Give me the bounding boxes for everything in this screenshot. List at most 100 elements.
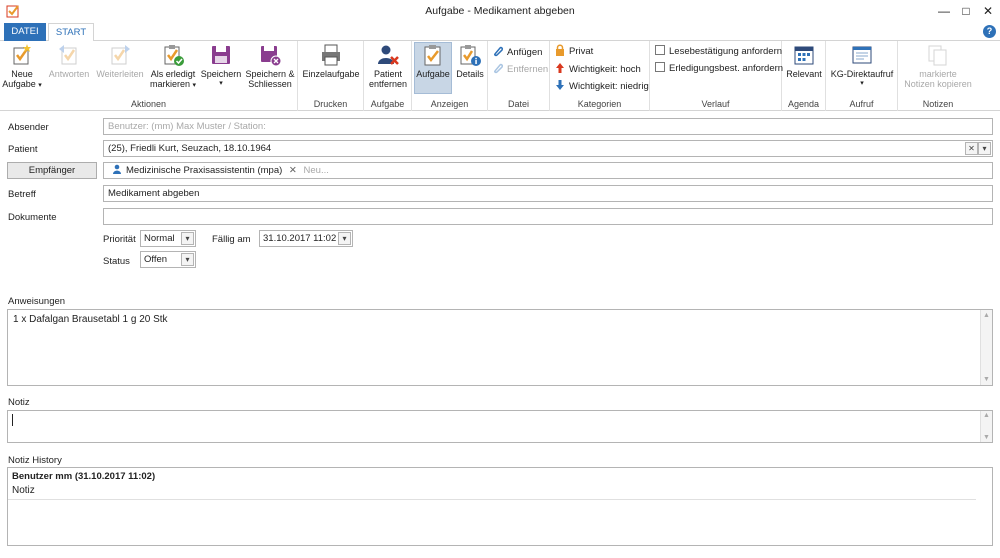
wichtigkeit-hoch-button[interactable]: Wichtigkeit: hoch	[554, 62, 641, 78]
speichern-schliessen-button[interactable]: Speichern & Schliessen	[244, 43, 296, 89]
paperclip-icon	[494, 46, 503, 57]
dokumente-field[interactable]	[103, 208, 993, 225]
group-label-datei: Datei	[507, 99, 529, 109]
calendar-icon	[794, 46, 814, 65]
forward-icon	[111, 45, 130, 65]
faellig-datepicker[interactable]: 31.10.2017 11:02 ▾	[259, 230, 353, 247]
notiz-label: Notiz	[8, 397, 30, 408]
group-label-notizen: Notizen	[922, 99, 954, 109]
group-label-aufruf: Aufruf	[849, 99, 874, 109]
ribbon-tabs: DATEI START ?	[0, 22, 1000, 42]
tab-datei[interactable]: DATEI	[4, 23, 46, 41]
patient-field[interactable]: (25), Friedli Kurt, Seuzach, 18.10.1964 …	[103, 140, 993, 157]
group-verlauf: Lesebestätigung anfordern Erledigungsbes…	[650, 41, 783, 111]
erledigungsbestaetigung-checkbox[interactable]: Erledigungsbest. anfordern	[655, 61, 783, 77]
anzeigen-aufgabe-button[interactable]: Aufgabe	[414, 42, 452, 94]
group-datei: Anfügen Entfernen Datei	[488, 41, 550, 111]
minimize-button[interactable]: —	[934, 3, 954, 19]
task-view-icon	[424, 45, 441, 66]
print-icon	[322, 44, 340, 66]
wichtigkeit-niedrig-button[interactable]: Wichtigkeit: niedrig	[554, 79, 649, 95]
maximize-button[interactable]: □	[956, 3, 976, 19]
arrow-down-icon	[556, 80, 564, 90]
save-icon	[212, 46, 230, 64]
group-drucken: Einzelaufgabe Drucken	[298, 41, 364, 111]
prioritaet-label: Priorität	[103, 234, 136, 245]
anweisungen-label: Anweisungen	[8, 296, 66, 307]
weiterleiten-button[interactable]: Weiterleiten	[94, 43, 146, 79]
kg-direktaufruf-button[interactable]: KG-Direktaufruf ▾	[828, 43, 896, 89]
remove-patient-icon	[378, 45, 399, 65]
copy-icon	[928, 45, 947, 66]
empfaenger-button[interactable]: Empfänger	[7, 162, 97, 179]
chevron-down-icon: ▾	[338, 232, 351, 245]
betreff-label: Betreff	[8, 189, 36, 200]
antworten-button[interactable]: Antworten	[46, 43, 92, 79]
als-erledigt-markieren-button[interactable]: Als erledigt markieren ▾	[148, 43, 198, 91]
group-aufruf: KG-Direktaufruf ▾ Aufruf	[826, 41, 898, 111]
group-label-aktionen: Aktionen	[130, 99, 167, 109]
chevron-down-icon: ▾	[181, 253, 194, 266]
group-label-agenda: Agenda	[787, 99, 820, 109]
group-label-drucken: Drucken	[313, 99, 348, 109]
new-task-icon	[13, 44, 31, 65]
group-label-anzeigen: Anzeigen	[430, 99, 469, 109]
prioritaet-select[interactable]: Normal ▾	[140, 230, 196, 247]
title-bar: Aufgabe - Medikament abgeben — □ ✕	[0, 0, 1000, 22]
patient-entfernen-button[interactable]: Patient entfernen	[367, 43, 409, 89]
anzeigen-details-button[interactable]: Details	[454, 43, 486, 79]
history-entry-header: Benutzer mm (31.10.2017 11:02)	[12, 471, 156, 482]
chevron-down-icon: ▾	[181, 232, 194, 245]
tab-start[interactable]: START	[48, 23, 94, 42]
einzelaufgabe-button[interactable]: Einzelaufgabe	[301, 43, 361, 79]
new-recipient-input[interactable]: Neu...	[304, 165, 329, 176]
lesebestaetigung-checkbox[interactable]: Lesebestätigung anfordern	[655, 44, 782, 60]
details-icon	[460, 45, 481, 66]
status-select[interactable]: Offen ▾	[140, 251, 196, 268]
close-button[interactable]: ✕	[978, 3, 998, 19]
scrollbar[interactable]: ▲ ▼	[980, 411, 992, 442]
detach-icon	[494, 63, 503, 74]
absender-field[interactable]: Benutzer: (mm) Max Muster / Station:	[103, 118, 993, 135]
group-label-verlauf: Verlauf	[701, 99, 730, 109]
patient-label: Patient	[8, 144, 38, 155]
notiz-textarea[interactable]: ▲ ▼	[7, 410, 993, 443]
arrow-up-icon	[556, 63, 564, 73]
entfernen-button[interactable]: Entfernen	[492, 62, 548, 78]
betreff-field[interactable]: Medikament abgeben	[103, 185, 993, 202]
empfaenger-field[interactable]: Medizinische Praxisassistentin (mpa) ✕ N…	[103, 162, 993, 179]
faellig-label: Fällig am	[212, 234, 251, 245]
anweisungen-textarea[interactable]: 1 x Dafalgan Brausetabl 1 g 20 Stk ▲ ▼	[7, 309, 993, 386]
user-icon	[113, 164, 121, 174]
relevant-button[interactable]: Relevant	[784, 43, 824, 79]
history-entry-text: Notiz	[8, 482, 976, 500]
recipient-chip: Medizinische Praxisassistentin (mpa)	[108, 163, 282, 178]
speichern-button[interactable]: Speichern ▾	[200, 43, 242, 89]
scrollbar[interactable]: ▲ ▼	[980, 310, 992, 385]
window-title: Aufgabe - Medikament abgeben	[425, 5, 575, 17]
reply-icon	[59, 45, 77, 65]
group-aufgabe: Patient entfernen Aufgabe	[364, 41, 412, 111]
privat-button[interactable]: Privat	[554, 44, 593, 60]
dokumente-label: Dokumente	[8, 212, 57, 223]
group-notizen: markierte Notizen kopieren Notizen	[898, 41, 978, 111]
chevron-down-icon[interactable]: ▾	[978, 142, 991, 155]
group-anzeigen: Aufgabe Details Anzeigen	[412, 41, 488, 111]
mark-done-icon	[164, 45, 184, 66]
notiz-history-label: Notiz History	[8, 455, 62, 466]
group-agenda: Relevant Agenda	[782, 41, 826, 111]
notiz-history-panel: Benutzer mm (31.10.2017 11:02) Notiz	[7, 467, 993, 546]
help-icon[interactable]: ?	[983, 25, 996, 38]
anfuegen-button[interactable]: Anfügen	[492, 45, 542, 61]
remove-recipient-icon[interactable]: ✕	[289, 165, 297, 176]
checkbox-icon	[655, 45, 665, 55]
notizen-kopieren-button[interactable]: markierte Notizen kopieren	[900, 43, 976, 89]
group-kategorien: Privat Wichtigkeit: hoch Wichtigkeit: ni…	[550, 41, 650, 111]
lock-icon	[556, 44, 564, 56]
checkbox-icon	[655, 62, 665, 72]
neue-aufgabe-button[interactable]: Neue Aufgabe ▾	[2, 43, 42, 91]
clear-icon[interactable]: ✕	[965, 142, 978, 155]
group-label-aufgabe: Aufgabe	[370, 99, 405, 109]
group-aktionen: Neue Aufgabe ▾ Antworten Weiterleiten Al…	[0, 41, 298, 111]
notiz-text	[12, 414, 992, 426]
